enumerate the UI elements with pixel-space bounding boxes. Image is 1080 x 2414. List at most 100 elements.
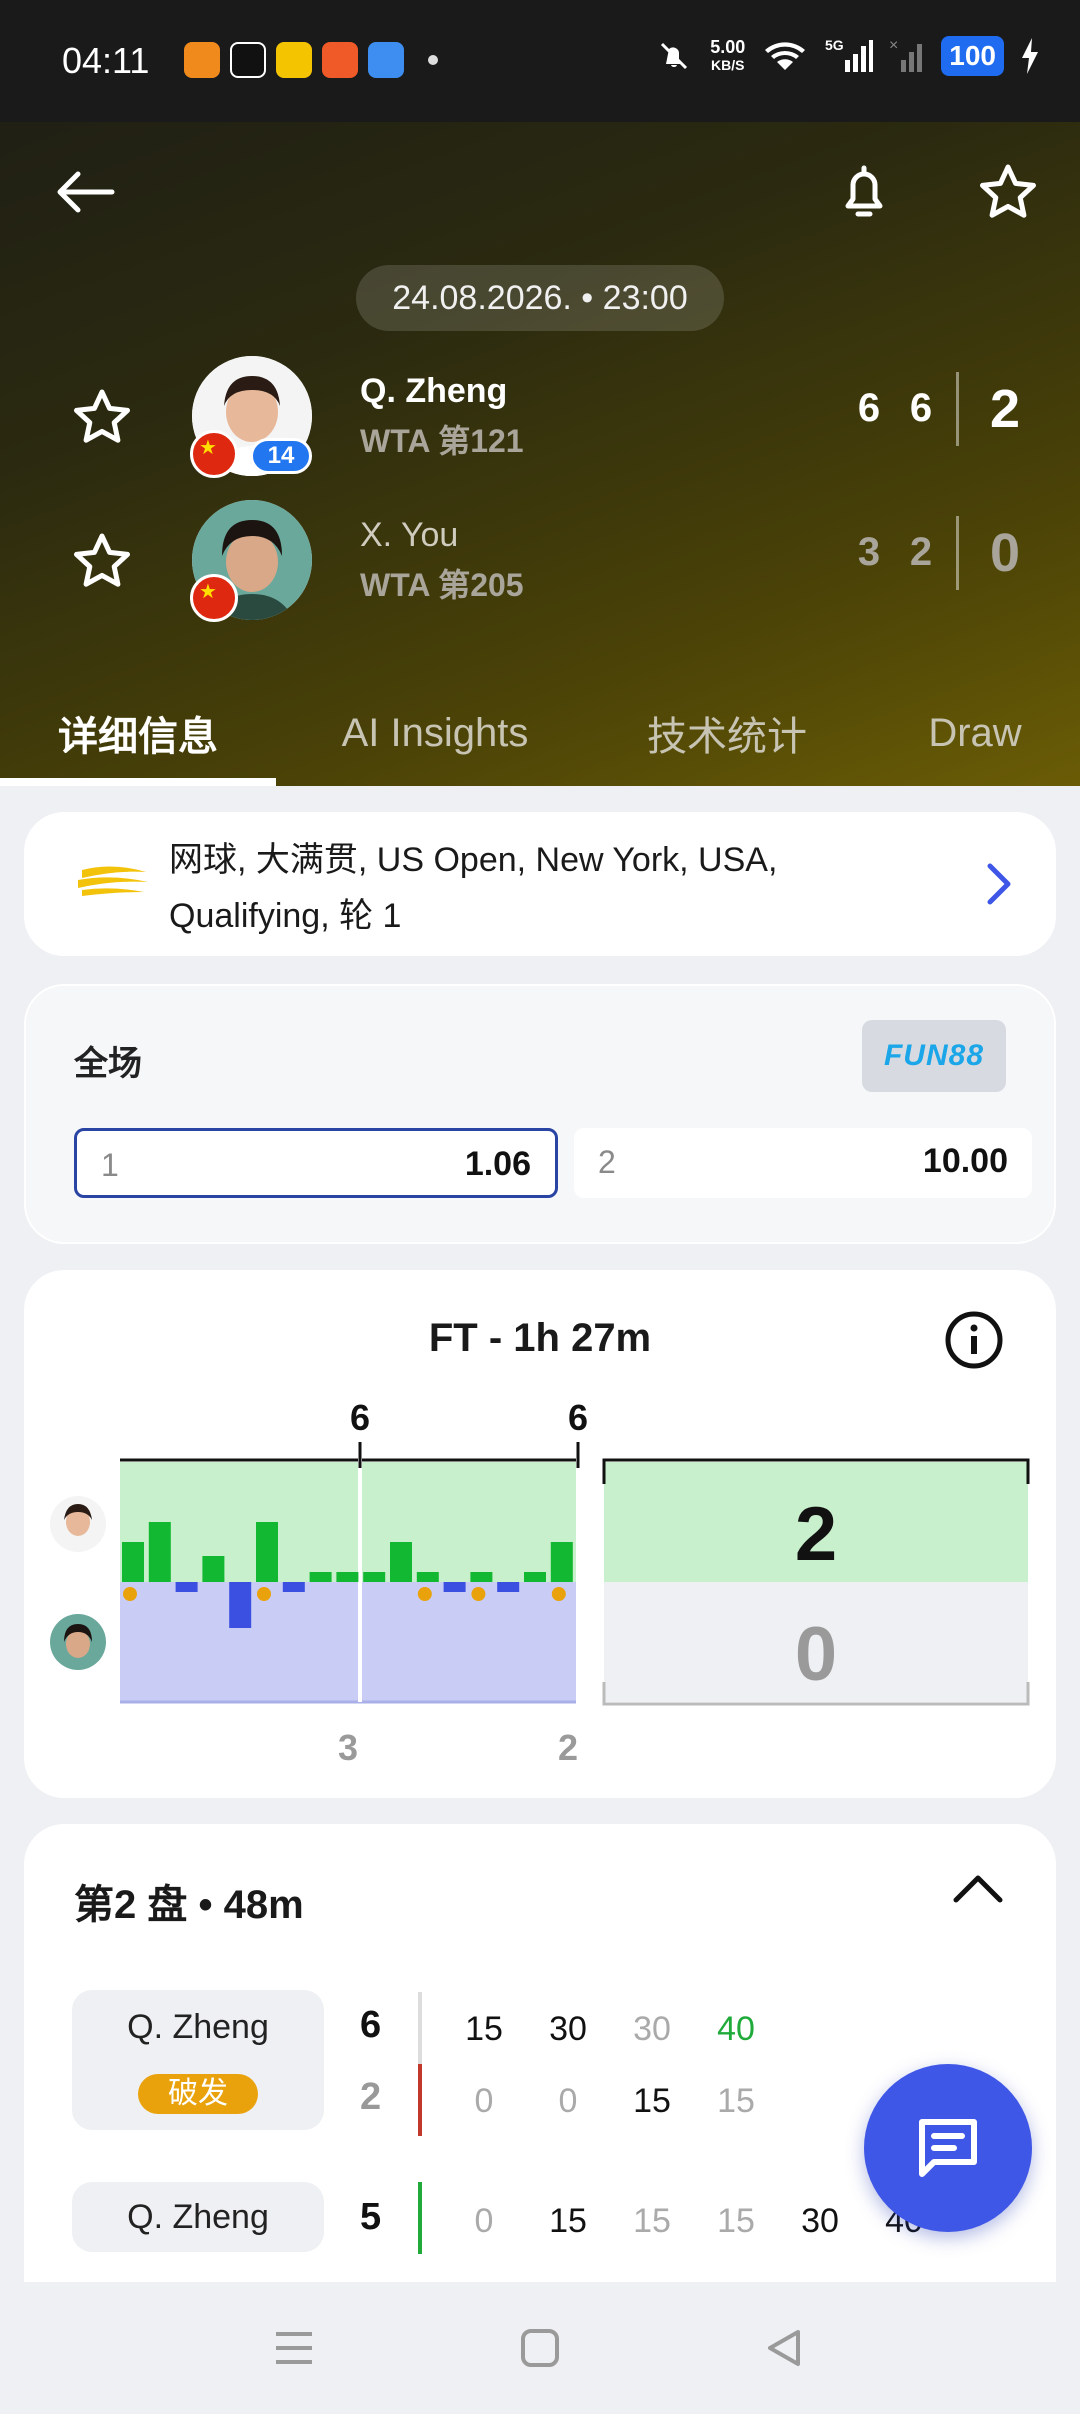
tab-statistics[interactable]: 技术统计 (600, 680, 854, 786)
point-score: 0 (558, 2082, 578, 2120)
signal-secondary-icon: × (889, 37, 923, 72)
momentum-bar (443, 1582, 466, 1592)
odds-label: 2 (598, 1144, 616, 1180)
chat-icon (919, 2119, 977, 2177)
point-score: 30 (633, 2010, 671, 2048)
battery-level: 100 (941, 36, 1004, 76)
star-icon (74, 533, 130, 587)
seed-badge: 14 (250, 438, 312, 474)
server-name: Q. Zheng (127, 2008, 269, 2046)
point-score: 0 (474, 2202, 494, 2240)
collapse-button[interactable] (950, 1868, 1006, 1913)
player-name: X. You (360, 516, 459, 554)
charging-icon (1022, 38, 1038, 74)
point-score: 15 (549, 2202, 587, 2240)
back-button[interactable] (44, 152, 124, 232)
momentum-bar (470, 1572, 493, 1582)
player-total-sets: 0 (990, 523, 1021, 583)
momentum-chart: 6 6 3 2 2 0 (50, 1397, 1030, 1768)
odds-value: 10.00 (922, 1142, 1008, 1180)
notification-bell-button[interactable] (824, 152, 904, 232)
break-marker-icon (123, 1587, 137, 1601)
svg-text:×: × (889, 37, 898, 54)
set-title: 第2 盘 • 48m (74, 1883, 304, 1927)
match-header: 04:11 5.00 KB/S 5G × 100 24.08.2026. • 23… (0, 0, 1080, 786)
tab-draw[interactable]: Draw (880, 680, 1070, 786)
arrow-left-icon (57, 171, 115, 213)
momentum-bar (524, 1572, 546, 1582)
match-datetime: 24.08.2026. • 23:00 (356, 265, 724, 331)
player-rank: WTA 第121 (360, 423, 524, 459)
set2-p1-score: 6 (568, 1397, 588, 1438)
odds-option-away[interactable]: 2 10.00 (574, 1128, 1032, 1198)
momentum-bar (309, 1572, 332, 1582)
set1-p1-score: 6 (350, 1397, 370, 1438)
break-marker-icon (471, 1587, 486, 1601)
point-score: 30 (549, 2010, 587, 2048)
point-score: 15 (717, 2082, 755, 2120)
chevron-up-icon (953, 1875, 1003, 1903)
player-set-scores: 32 (857, 530, 935, 574)
game-server-pill: Q. Zheng (72, 2182, 324, 2252)
point-score: 0 (474, 2082, 494, 2120)
total-p1-score: 2 (795, 1492, 837, 1577)
score-divider (956, 372, 959, 446)
favorite-player-button[interactable] (72, 388, 132, 451)
active-tab-indicator (0, 778, 276, 786)
china-flag-icon (190, 430, 238, 478)
back-nav-icon[interactable] (762, 2326, 806, 2370)
more-notifications-dot (428, 55, 438, 65)
favorite-player-button[interactable] (72, 532, 132, 595)
odds-option-home[interactable]: 1 1.06 (74, 1128, 558, 1198)
player-row-2[interactable]: X. You WTA 第205 32 0 (0, 500, 1080, 630)
point-score: 15 (465, 2010, 503, 2048)
break-marker-icon (551, 1587, 566, 1601)
qq-icon (230, 42, 266, 78)
bell-icon (845, 165, 883, 217)
app-notification-icon (322, 42, 358, 78)
home-nav-icon[interactable] (518, 2326, 562, 2370)
system-navigation-bar (0, 2282, 1080, 2414)
app-notification-icon (184, 42, 220, 78)
break-badge: 破发 (138, 2074, 258, 2114)
player-name: Q. Zheng (360, 372, 508, 410)
momentum-bar (336, 1572, 359, 1582)
tournament-card[interactable]: 网球, 大满贯, US Open, New York, USA, Qualify… (24, 812, 1056, 956)
china-flag-icon (190, 574, 238, 622)
momentum-bar (256, 1522, 278, 1582)
momentum-bar (202, 1556, 225, 1582)
break-marker-icon (417, 1587, 432, 1601)
odds-card: 全场 FUN88 1 1.06 2 10.00 (24, 984, 1056, 1244)
momentum-bar (229, 1582, 252, 1628)
menu-nav-icon[interactable] (272, 2326, 316, 2370)
game-score-top: 5 (360, 2196, 382, 2238)
total-p2-score: 0 (795, 1612, 837, 1697)
favorite-match-button[interactable] (968, 152, 1048, 232)
odds-market-title: 全场 (74, 1045, 142, 1083)
break-marker-icon (257, 1587, 271, 1601)
star-icon (74, 389, 130, 443)
tab-ai-insights[interactable]: AI Insights (300, 680, 570, 786)
momentum-bar (175, 1582, 198, 1592)
status-bar: 04:11 5.00 KB/S 5G × 100 (0, 0, 1080, 122)
p1-mini-avatar (50, 1496, 106, 1552)
game-score-bottom: 2 (360, 2076, 382, 2118)
set2-p2-score: 2 (558, 1727, 578, 1768)
tab-details[interactable]: 详细信息 (0, 680, 276, 786)
chat-button[interactable] (864, 2064, 1032, 2232)
tournament-name: 网球, 大满贯, US Open, New York, USA, Qualify… (169, 841, 778, 935)
chevron-right-icon (987, 863, 1011, 905)
tab-bar: 详细信息 AI Insights 技术统计 Draw (0, 680, 1080, 786)
status-indicators: 5.00 KB/S 5G × 100 (654, 36, 1040, 76)
us-open-logo-icon (78, 866, 148, 896)
set1-p2-score: 3 (338, 1727, 358, 1768)
player-row-1[interactable]: 14 Q. Zheng WTA 第121 66 2 (0, 356, 1080, 486)
wifi-icon (765, 42, 806, 70)
momentum-bar (416, 1572, 439, 1582)
bookmaker-logo[interactable]: FUN88 (862, 1020, 1006, 1092)
score-divider (956, 516, 959, 590)
odds-value: 1.06 (464, 1145, 531, 1183)
notification-icons (184, 42, 438, 78)
weibo-icon (276, 42, 312, 78)
p2-momentum-background (120, 1582, 576, 1702)
